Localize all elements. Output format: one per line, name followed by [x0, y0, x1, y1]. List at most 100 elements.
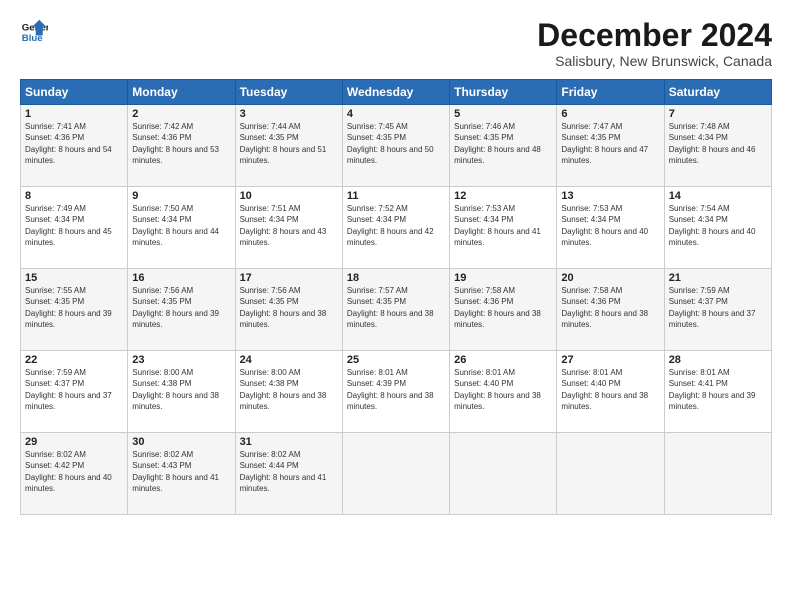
- day-info: Sunrise: 7:52 AMSunset: 4:34 PMDaylight:…: [347, 203, 445, 248]
- day-info: Sunrise: 7:44 AMSunset: 4:35 PMDaylight:…: [240, 121, 338, 166]
- col-saturday: Saturday: [664, 80, 771, 105]
- day-info: Sunrise: 7:58 AMSunset: 4:36 PMDaylight:…: [561, 285, 659, 330]
- header-row: Sunday Monday Tuesday Wednesday Thursday…: [21, 80, 772, 105]
- calendar-cell: 20Sunrise: 7:58 AMSunset: 4:36 PMDayligh…: [557, 269, 664, 351]
- day-number: 31: [240, 436, 338, 448]
- day-number: 3: [240, 108, 338, 120]
- day-info: Sunrise: 8:02 AMSunset: 4:43 PMDaylight:…: [132, 449, 230, 494]
- calendar-cell: 6Sunrise: 7:47 AMSunset: 4:35 PMDaylight…: [557, 105, 664, 187]
- calendar-row-3: 15Sunrise: 7:55 AMSunset: 4:35 PMDayligh…: [21, 269, 772, 351]
- calendar-cell: [342, 433, 449, 515]
- svg-text:General: General: [22, 22, 48, 33]
- col-sunday: Sunday: [21, 80, 128, 105]
- day-number: 11: [347, 190, 445, 202]
- day-number: 20: [561, 272, 659, 284]
- col-thursday: Thursday: [450, 80, 557, 105]
- day-info: Sunrise: 7:59 AMSunset: 4:37 PMDaylight:…: [25, 367, 123, 412]
- calendar-cell: [664, 433, 771, 515]
- day-number: 21: [669, 272, 767, 284]
- day-number: 14: [669, 190, 767, 202]
- calendar-cell: 31Sunrise: 8:02 AMSunset: 4:44 PMDayligh…: [235, 433, 342, 515]
- day-info: Sunrise: 7:49 AMSunset: 4:34 PMDaylight:…: [25, 203, 123, 248]
- day-info: Sunrise: 7:42 AMSunset: 4:36 PMDaylight:…: [132, 121, 230, 166]
- calendar-cell: 30Sunrise: 8:02 AMSunset: 4:43 PMDayligh…: [128, 433, 235, 515]
- calendar-cell: 11Sunrise: 7:52 AMSunset: 4:34 PMDayligh…: [342, 187, 449, 269]
- day-info: Sunrise: 7:53 AMSunset: 4:34 PMDaylight:…: [561, 203, 659, 248]
- calendar-cell: 27Sunrise: 8:01 AMSunset: 4:40 PMDayligh…: [557, 351, 664, 433]
- day-number: 27: [561, 354, 659, 366]
- calendar-cell: 12Sunrise: 7:53 AMSunset: 4:34 PMDayligh…: [450, 187, 557, 269]
- day-info: Sunrise: 8:01 AMSunset: 4:40 PMDaylight:…: [454, 367, 552, 412]
- col-tuesday: Tuesday: [235, 80, 342, 105]
- day-number: 4: [347, 108, 445, 120]
- day-number: 28: [669, 354, 767, 366]
- col-wednesday: Wednesday: [342, 80, 449, 105]
- page: General Blue December 2024 Salisbury, Ne…: [0, 0, 792, 612]
- header: General Blue December 2024 Salisbury, Ne…: [20, 18, 772, 69]
- col-friday: Friday: [557, 80, 664, 105]
- day-number: 9: [132, 190, 230, 202]
- day-number: 24: [240, 354, 338, 366]
- day-number: 12: [454, 190, 552, 202]
- day-info: Sunrise: 7:48 AMSunset: 4:34 PMDaylight:…: [669, 121, 767, 166]
- calendar-cell: 23Sunrise: 8:00 AMSunset: 4:38 PMDayligh…: [128, 351, 235, 433]
- day-info: Sunrise: 7:45 AMSunset: 4:35 PMDaylight:…: [347, 121, 445, 166]
- calendar-row-1: 1Sunrise: 7:41 AMSunset: 4:36 PMDaylight…: [21, 105, 772, 187]
- day-number: 16: [132, 272, 230, 284]
- day-info: Sunrise: 7:50 AMSunset: 4:34 PMDaylight:…: [132, 203, 230, 248]
- month-title: December 2024: [537, 18, 772, 53]
- day-info: Sunrise: 7:56 AMSunset: 4:35 PMDaylight:…: [240, 285, 338, 330]
- day-info: Sunrise: 7:58 AMSunset: 4:36 PMDaylight:…: [454, 285, 552, 330]
- calendar-cell: 26Sunrise: 8:01 AMSunset: 4:40 PMDayligh…: [450, 351, 557, 433]
- day-info: Sunrise: 8:01 AMSunset: 4:40 PMDaylight:…: [561, 367, 659, 412]
- calendar-cell: [557, 433, 664, 515]
- calendar-cell: 24Sunrise: 8:00 AMSunset: 4:38 PMDayligh…: [235, 351, 342, 433]
- day-info: Sunrise: 8:01 AMSunset: 4:39 PMDaylight:…: [347, 367, 445, 412]
- calendar-cell: 8Sunrise: 7:49 AMSunset: 4:34 PMDaylight…: [21, 187, 128, 269]
- day-number: 23: [132, 354, 230, 366]
- day-number: 19: [454, 272, 552, 284]
- calendar-cell: 19Sunrise: 7:58 AMSunset: 4:36 PMDayligh…: [450, 269, 557, 351]
- day-number: 15: [25, 272, 123, 284]
- calendar-cell: 7Sunrise: 7:48 AMSunset: 4:34 PMDaylight…: [664, 105, 771, 187]
- day-number: 13: [561, 190, 659, 202]
- title-block: December 2024 Salisbury, New Brunswick, …: [537, 18, 772, 69]
- subtitle: Salisbury, New Brunswick, Canada: [537, 53, 772, 69]
- calendar-cell: 14Sunrise: 7:54 AMSunset: 4:34 PMDayligh…: [664, 187, 771, 269]
- calendar-header: Sunday Monday Tuesday Wednesday Thursday…: [21, 80, 772, 105]
- calendar-cell: 5Sunrise: 7:46 AMSunset: 4:35 PMDaylight…: [450, 105, 557, 187]
- day-info: Sunrise: 7:57 AMSunset: 4:35 PMDaylight:…: [347, 285, 445, 330]
- calendar-body: 1Sunrise: 7:41 AMSunset: 4:36 PMDaylight…: [21, 105, 772, 515]
- day-number: 5: [454, 108, 552, 120]
- calendar-cell: 3Sunrise: 7:44 AMSunset: 4:35 PMDaylight…: [235, 105, 342, 187]
- day-info: Sunrise: 8:02 AMSunset: 4:44 PMDaylight:…: [240, 449, 338, 494]
- day-number: 22: [25, 354, 123, 366]
- day-info: Sunrise: 7:51 AMSunset: 4:34 PMDaylight:…: [240, 203, 338, 248]
- calendar-cell: 13Sunrise: 7:53 AMSunset: 4:34 PMDayligh…: [557, 187, 664, 269]
- calendar-table: Sunday Monday Tuesday Wednesday Thursday…: [20, 79, 772, 515]
- day-number: 1: [25, 108, 123, 120]
- calendar-cell: 16Sunrise: 7:56 AMSunset: 4:35 PMDayligh…: [128, 269, 235, 351]
- calendar-cell: [450, 433, 557, 515]
- calendar-cell: 21Sunrise: 7:59 AMSunset: 4:37 PMDayligh…: [664, 269, 771, 351]
- logo: General Blue: [20, 18, 48, 46]
- day-info: Sunrise: 8:01 AMSunset: 4:41 PMDaylight:…: [669, 367, 767, 412]
- day-info: Sunrise: 7:56 AMSunset: 4:35 PMDaylight:…: [132, 285, 230, 330]
- day-number: 2: [132, 108, 230, 120]
- calendar-cell: 15Sunrise: 7:55 AMSunset: 4:35 PMDayligh…: [21, 269, 128, 351]
- day-info: Sunrise: 7:53 AMSunset: 4:34 PMDaylight:…: [454, 203, 552, 248]
- calendar-cell: 4Sunrise: 7:45 AMSunset: 4:35 PMDaylight…: [342, 105, 449, 187]
- day-number: 29: [25, 436, 123, 448]
- calendar-cell: 10Sunrise: 7:51 AMSunset: 4:34 PMDayligh…: [235, 187, 342, 269]
- day-info: Sunrise: 7:47 AMSunset: 4:35 PMDaylight:…: [561, 121, 659, 166]
- calendar-cell: 1Sunrise: 7:41 AMSunset: 4:36 PMDaylight…: [21, 105, 128, 187]
- day-info: Sunrise: 7:54 AMSunset: 4:34 PMDaylight:…: [669, 203, 767, 248]
- day-number: 8: [25, 190, 123, 202]
- calendar-cell: 18Sunrise: 7:57 AMSunset: 4:35 PMDayligh…: [342, 269, 449, 351]
- day-number: 7: [669, 108, 767, 120]
- day-info: Sunrise: 8:00 AMSunset: 4:38 PMDaylight:…: [240, 367, 338, 412]
- day-number: 26: [454, 354, 552, 366]
- logo-icon: General Blue: [20, 18, 48, 46]
- day-info: Sunrise: 7:59 AMSunset: 4:37 PMDaylight:…: [669, 285, 767, 330]
- day-info: Sunrise: 8:02 AMSunset: 4:42 PMDaylight:…: [25, 449, 123, 494]
